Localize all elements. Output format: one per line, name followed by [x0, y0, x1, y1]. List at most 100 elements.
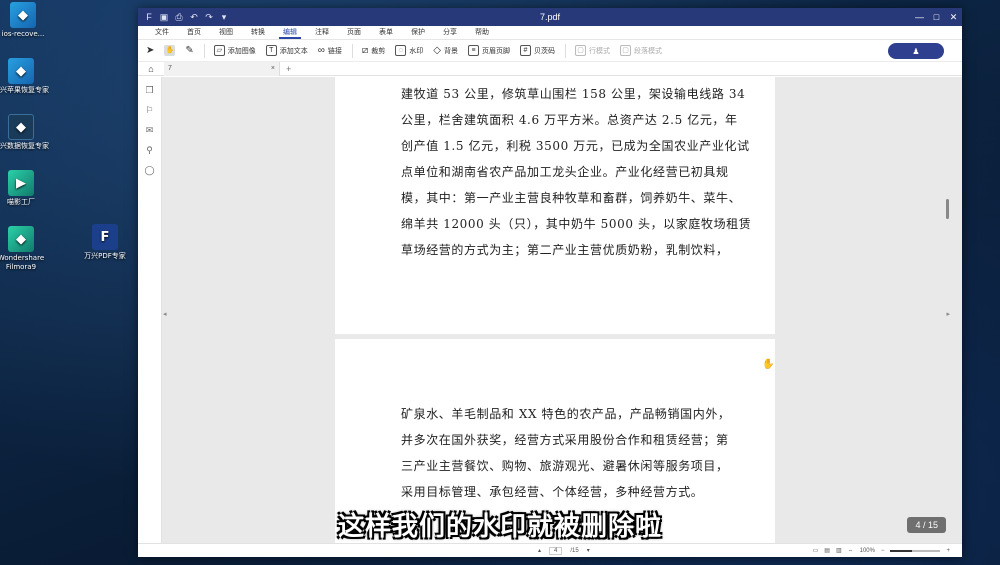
page-text-line: 模，其中：第一产业主营良种牧草和畜群，饲养奶牛、菜牛、 [401, 191, 742, 205]
watermark-label: 水印 [409, 47, 424, 55]
redo-icon[interactable]: ↷ [204, 12, 214, 23]
view-controls: ▭ ▤ ▥ ⇔ 100% − + [813, 547, 950, 555]
prev-page-icon[interactable]: ▴ [538, 547, 541, 554]
next-page-icon[interactable]: ▾ [587, 547, 590, 554]
app-logo-icon: F [146, 12, 152, 22]
bookmark-icon[interactable]: ⚐ [145, 105, 153, 116]
two-page-view-icon[interactable]: ▥ [836, 547, 842, 554]
attachment-icon[interactable]: ⚲ [146, 145, 153, 156]
document-tab[interactable]: 7 × [164, 61, 280, 76]
save-icon[interactable]: ▣ [159, 12, 169, 23]
page-text-line: 创产值 1.5 亿元，利税 3500 万元，已成为全国农业产业化试 [401, 139, 750, 153]
fit-width-icon[interactable]: ⇔ [848, 548, 854, 554]
link-label: 链接 [327, 47, 342, 55]
miaoying-icon: ▶ [8, 170, 34, 196]
document-tab-bar: ⌂ 7 × + [138, 61, 962, 76]
desktop-icon-ios-recovery[interactable]: ◆ ios-recove... [0, 2, 58, 39]
hand-tool-button[interactable]: ✋ [164, 45, 176, 56]
quick-access-toolbar: F ▣ ⎙ ↶ ↷ ▾ [138, 12, 229, 23]
left-side-panel: ❐ ⚐ ✉ ⚲ ◯ [138, 77, 162, 543]
page-number-input[interactable]: 4 [549, 546, 563, 555]
header-footer-label: 页眉页脚 [482, 47, 510, 55]
user-account-button[interactable]: ♟ [888, 43, 944, 59]
menu-comment[interactable]: 注释 [306, 27, 338, 39]
menu-convert[interactable]: 转换 [242, 27, 274, 39]
bates-number-button[interactable]: # 贝茨码 [520, 45, 555, 56]
filmora-icon: ◆ [8, 226, 34, 252]
watermark-button[interactable]: ◌ 水印 [395, 45, 423, 56]
menu-bar: 文件 首页 视图 转换 编辑 注释 页面 表单 保护 分享 帮助 [138, 26, 962, 40]
menu-share[interactable]: 分享 [434, 27, 466, 39]
line-mode-button[interactable]: ▢ 行模式 [575, 45, 610, 56]
add-image-button[interactable]: ▱ 添加图像 [213, 45, 256, 56]
menu-protect[interactable]: 保护 [402, 27, 434, 39]
text-icon: T [265, 45, 277, 56]
page-text-line: 公里，栏舍建筑面积 4.6 万平方米。总资产达 2.5 亿元，年 [401, 113, 738, 127]
panel-collapse-right-icon[interactable]: ▸ [946, 310, 950, 318]
header-footer-button[interactable]: ≡ 页眉页脚 [468, 45, 510, 56]
new-tab-button[interactable]: + [280, 64, 291, 74]
menu-file[interactable]: 文件 [146, 27, 178, 39]
zoom-out-icon[interactable]: − [881, 548, 885, 554]
ios-recovery-icon: ◆ [10, 2, 36, 28]
zoom-in-icon[interactable]: + [946, 548, 950, 554]
crop-button[interactable]: ⧄ 裁剪 [362, 45, 385, 56]
status-bar: ▴ 4 /15 ▾ ▭ ▤ ▥ ⇔ 100% − + [138, 543, 962, 557]
minimize-button[interactable]: — [911, 12, 928, 23]
menu-home[interactable]: 首页 [178, 27, 210, 39]
pencil-icon: ✎ [185, 45, 194, 56]
toolbar-divider [203, 43, 205, 58]
page-text-line: 点单位和湖南省农产品加工龙头企业。产业化经营已初具规 [401, 165, 729, 179]
paragraph-mode-label: 段落模式 [634, 47, 662, 55]
vertical-scrollbar[interactable] [946, 199, 949, 219]
background-icon: ◇ [433, 45, 441, 56]
select-tool-button[interactable]: ➤ [146, 45, 154, 56]
desktop-icon-filmora[interactable]: ◆ Wondershare Filmora9 [0, 226, 56, 272]
search-icon[interactable]: ◯ [144, 165, 154, 176]
thumbnail-icon[interactable]: ❐ [145, 85, 153, 96]
menu-edit[interactable]: 编辑 [274, 27, 306, 39]
edit-toolbar: ➤ ✋ ✎ ▱ 添加图像 T 添加文本 ∞ 链接 ⧄ 裁剪 ◌ 水印 ◇ 背景 … [138, 40, 962, 62]
page-text-line: 采用目标管理、承包经营、个体经营，多种经营方式。 [401, 485, 704, 499]
zoom-slider[interactable] [890, 549, 941, 552]
print-icon[interactable]: ⎙ [174, 12, 184, 23]
comment-icon[interactable]: ✉ [146, 125, 154, 136]
bates-icon: # [520, 45, 531, 56]
page-total: /15 [570, 547, 579, 554]
quick-menu-dropdown-icon[interactable]: ▾ [219, 12, 229, 23]
paragraph-mode-button[interactable]: ▢ 段落模式 [620, 45, 662, 56]
menu-view[interactable]: 视图 [210, 27, 242, 39]
desktop-icon-label: ios-recove... [1, 30, 45, 38]
page-text-line: 矿泉水、羊毛制品和 XX 特色的农产品，产品畅销国内外， [401, 407, 731, 421]
continuous-view-icon[interactable]: ▤ [824, 547, 830, 554]
desktop-icon-miaoying[interactable]: ▶ 喵影工厂 [0, 170, 56, 207]
edit-tool-button[interactable]: ✎ [185, 45, 193, 56]
tab-close-icon[interactable]: × [271, 65, 275, 72]
crop-label: 裁剪 [371, 47, 386, 55]
desktop-icon-pdf-expert[interactable]: F 万兴PDF专家 [70, 224, 140, 261]
maximize-button[interactable]: □ [928, 12, 945, 23]
home-tab-icon[interactable]: ⌂ [138, 64, 164, 74]
panel-collapse-left-icon[interactable]: ◂ [163, 310, 167, 318]
single-page-view-icon[interactable]: ▭ [813, 547, 819, 554]
pdf-expert-icon: F [92, 224, 118, 250]
document-viewer[interactable]: ❐ ⚐ ✉ ⚲ ◯ ◂ ▸ 建牧道 53 公里，修筑草山围栏 158 公里，架设… [138, 77, 962, 553]
background-button[interactable]: ◇ 背景 [433, 45, 458, 56]
close-button[interactable]: ✕ [945, 12, 962, 23]
page-navigation: ▴ 4 /15 ▾ [538, 546, 590, 555]
desktop-icon-data-recovery[interactable]: ◆ 万兴数据恢复专家 [0, 114, 56, 151]
document-tab-label: 7 [168, 65, 172, 72]
menu-page[interactable]: 页面 [338, 27, 370, 39]
zoom-level[interactable]: 100% [860, 548, 875, 554]
link-button[interactable]: ∞ 链接 [318, 45, 342, 56]
watermark-icon: ◌ [395, 45, 407, 56]
desktop-icon-apple-recovery[interactable]: ◆ 万兴苹果恢复专家 [0, 58, 56, 95]
line-mode-label: 行模式 [589, 47, 610, 55]
page-text-line: 建牧道 53 公里，修筑草山围栏 158 公里，架设输电线路 34 [401, 87, 746, 101]
undo-icon[interactable]: ↶ [189, 12, 199, 23]
image-icon: ▱ [213, 45, 225, 56]
menu-help[interactable]: 帮助 [466, 27, 498, 39]
add-text-button[interactable]: T 添加文本 [265, 45, 308, 56]
menu-form[interactable]: 表单 [370, 27, 402, 39]
toolbar-divider [351, 43, 353, 58]
